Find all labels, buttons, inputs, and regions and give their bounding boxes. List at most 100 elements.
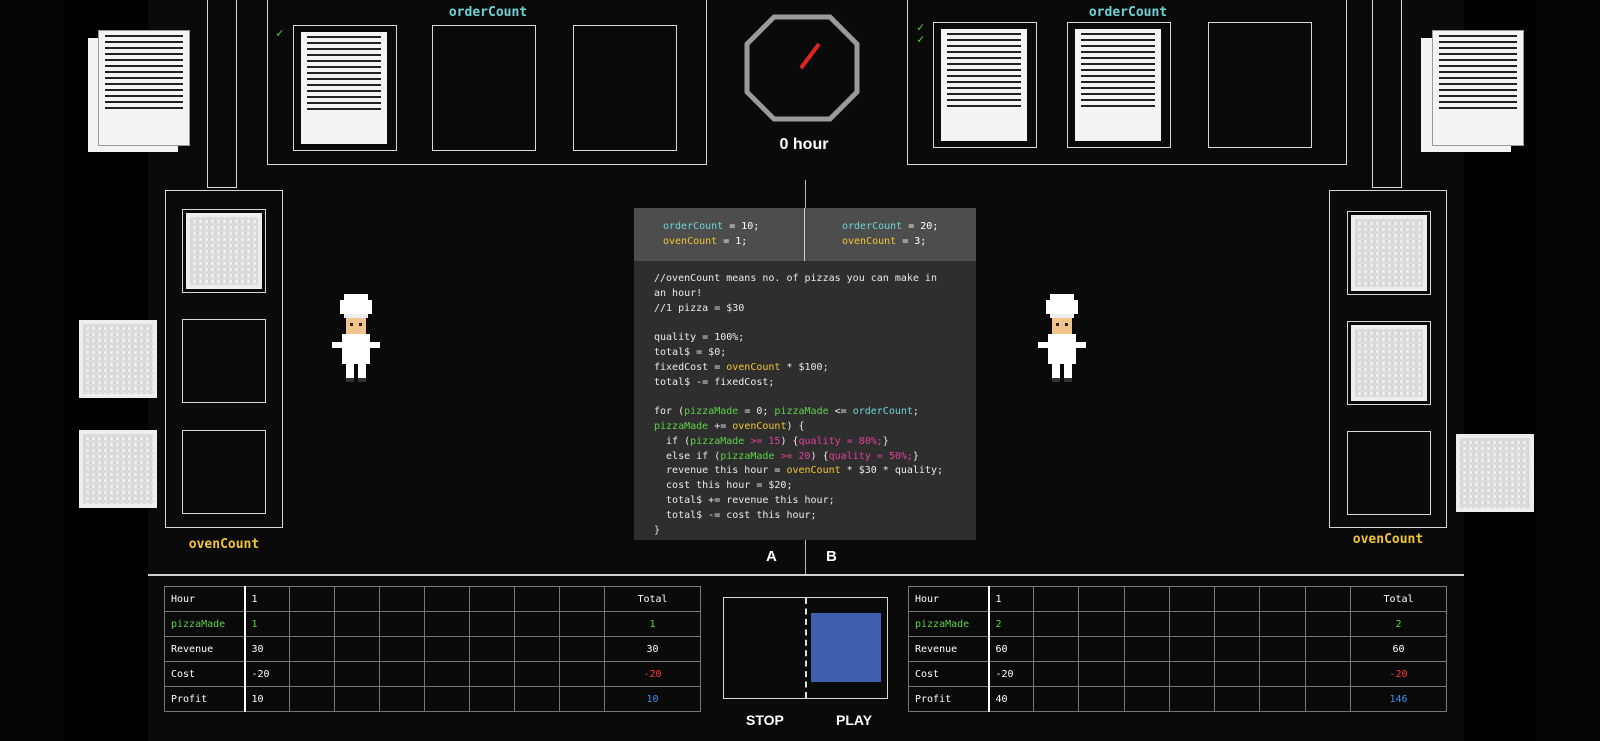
table-cell: 40 bbox=[987, 686, 1034, 712]
right-stats-table: Hour 1 Total pizzaMade 2 2 Revenue 60 60 Cost -… bbox=[908, 586, 1447, 712]
code-token: pizzaMade bbox=[720, 450, 775, 462]
divider-line bbox=[805, 180, 806, 208]
side-a-label: A bbox=[766, 548, 777, 565]
left-order-slot-2 bbox=[432, 25, 536, 151]
var-order-count: orderCount bbox=[842, 221, 903, 232]
var-oven-value: = 1; bbox=[717, 235, 748, 247]
right-order-slot-3 bbox=[1208, 22, 1312, 148]
code-token: = 0; bbox=[738, 406, 775, 418]
order-sheet-icon bbox=[941, 29, 1027, 141]
left-order-chute bbox=[207, 0, 237, 188]
hour-label: 0 hour bbox=[779, 136, 829, 153]
pizza-icon bbox=[79, 430, 157, 508]
right-order-slot-1 bbox=[933, 22, 1037, 148]
code-line: else if ( bbox=[654, 450, 721, 462]
code-token: quality = 80%; bbox=[798, 435, 883, 447]
code-token: } bbox=[912, 450, 919, 462]
table-row: Revenue 60 60 bbox=[908, 636, 1447, 662]
table-row: Hour 1 Total bbox=[164, 586, 701, 612]
table-row: Cost -20 -20 bbox=[164, 661, 701, 687]
code-token: pizzaMade bbox=[690, 435, 745, 447]
total-cell: 30 bbox=[604, 636, 701, 662]
code-line: //ovenCount means no. of pizzas you can … bbox=[654, 273, 937, 284]
right-order-slot-2 bbox=[1067, 22, 1171, 148]
total-cell: 60 bbox=[1350, 636, 1447, 662]
table-row: pizzaMade 2 2 bbox=[908, 611, 1447, 637]
pizza-icon bbox=[1456, 434, 1534, 512]
row-label: pizzaMade bbox=[908, 611, 989, 637]
code-token: } bbox=[882, 435, 889, 447]
table-cell: 10 bbox=[243, 686, 290, 712]
code-token: ) { bbox=[810, 450, 829, 462]
table-cell: 1 bbox=[243, 611, 290, 637]
table-cell: 30 bbox=[243, 636, 290, 662]
code-block: //ovenCount means no. of pizzas you can … bbox=[654, 272, 943, 538]
control-divider bbox=[805, 598, 807, 698]
table-row: Hour 1 Total bbox=[908, 586, 1447, 612]
table-cell: 60 bbox=[987, 636, 1034, 662]
row-label: Revenue bbox=[164, 636, 245, 662]
order-sheet-icon bbox=[1432, 30, 1524, 146]
row-label: Profit bbox=[908, 686, 989, 712]
code-line: total$ = $0; bbox=[654, 346, 727, 358]
right-oven-label: ovenCount bbox=[1352, 532, 1424, 547]
right-check-icon: ✓ bbox=[917, 32, 925, 46]
play-label[interactable]: PLAY bbox=[836, 712, 872, 728]
variables-header: orderCount = 10; ovenCount = 1; orderCou… bbox=[634, 208, 976, 261]
side-b-label: B bbox=[826, 548, 837, 565]
stop-button-area[interactable] bbox=[724, 598, 804, 698]
code-line: revenue this hour = bbox=[654, 465, 787, 477]
total-cell: 10 bbox=[604, 686, 701, 712]
left-stats-table: Hour 1 Total pizzaMade 1 1 Revenue 30 30 Cost -… bbox=[164, 586, 701, 712]
total-cell: -20 bbox=[1350, 661, 1447, 687]
total-cell: 1 bbox=[604, 611, 701, 637]
code-token: orderCount bbox=[852, 406, 913, 418]
code-token: >= 15 bbox=[744, 435, 781, 447]
stop-button[interactable]: STOP bbox=[746, 712, 784, 728]
code-token: pizzaMade bbox=[684, 406, 739, 418]
table-row: pizzaMade 1 1 bbox=[164, 611, 701, 637]
table-cell: -20 bbox=[987, 661, 1034, 687]
left-order-slot-1 bbox=[293, 25, 397, 151]
code-line: total$ -= fixedCost; bbox=[654, 376, 775, 388]
row-label: Profit bbox=[164, 686, 245, 712]
order-sheet-icon bbox=[98, 30, 190, 146]
table-row: Cost -20 -20 bbox=[908, 661, 1447, 687]
right-variables: orderCount = 20; ovenCount = 3; bbox=[842, 220, 938, 250]
var-oven-count: ovenCount bbox=[663, 235, 718, 247]
code-line: if ( bbox=[654, 435, 691, 447]
total-cell: 146 bbox=[1350, 686, 1447, 712]
row-label: Cost bbox=[164, 661, 245, 687]
right-margin bbox=[1536, 0, 1600, 741]
code-token: ; bbox=[912, 406, 919, 418]
play-button[interactable] bbox=[811, 613, 881, 682]
var-order-count: orderCount bbox=[663, 221, 724, 232]
left-order-slot-3 bbox=[573, 25, 677, 151]
code-token: * $100; bbox=[780, 361, 829, 373]
right-oven-slot-1 bbox=[1347, 211, 1431, 295]
code-panel: //ovenCount means no. of pizzas you can … bbox=[634, 261, 976, 540]
variables-divider bbox=[804, 208, 805, 261]
divider-line bbox=[805, 540, 806, 574]
code-token: <= bbox=[828, 406, 853, 418]
left-variables: orderCount = 10; ovenCount = 1; bbox=[663, 220, 759, 250]
table-cell: 2 bbox=[987, 611, 1034, 637]
pizza-icon bbox=[1351, 215, 1427, 291]
code-line: //1 pizza = $30 bbox=[654, 302, 745, 314]
code-token: ovenCount bbox=[786, 465, 841, 477]
code-line: an hour! bbox=[654, 287, 703, 299]
pizza-icon bbox=[1351, 325, 1427, 401]
code-token: >= 20 bbox=[774, 450, 811, 462]
code-token: ovenCount bbox=[732, 420, 787, 432]
code-token: += bbox=[708, 420, 733, 432]
right-order-chute bbox=[1372, 0, 1402, 188]
order-sheet-icon bbox=[301, 32, 387, 144]
chef-icon bbox=[332, 294, 380, 382]
table-row: Profit 10 10 bbox=[164, 686, 701, 712]
total-cell: Total bbox=[604, 586, 701, 612]
row-label: Hour bbox=[908, 586, 989, 612]
code-token: ) { bbox=[780, 435, 799, 447]
code-token: ) { bbox=[786, 420, 805, 432]
right-oven-slot-2 bbox=[1347, 321, 1431, 405]
code-line: cost this hour = $20; bbox=[654, 480, 793, 492]
